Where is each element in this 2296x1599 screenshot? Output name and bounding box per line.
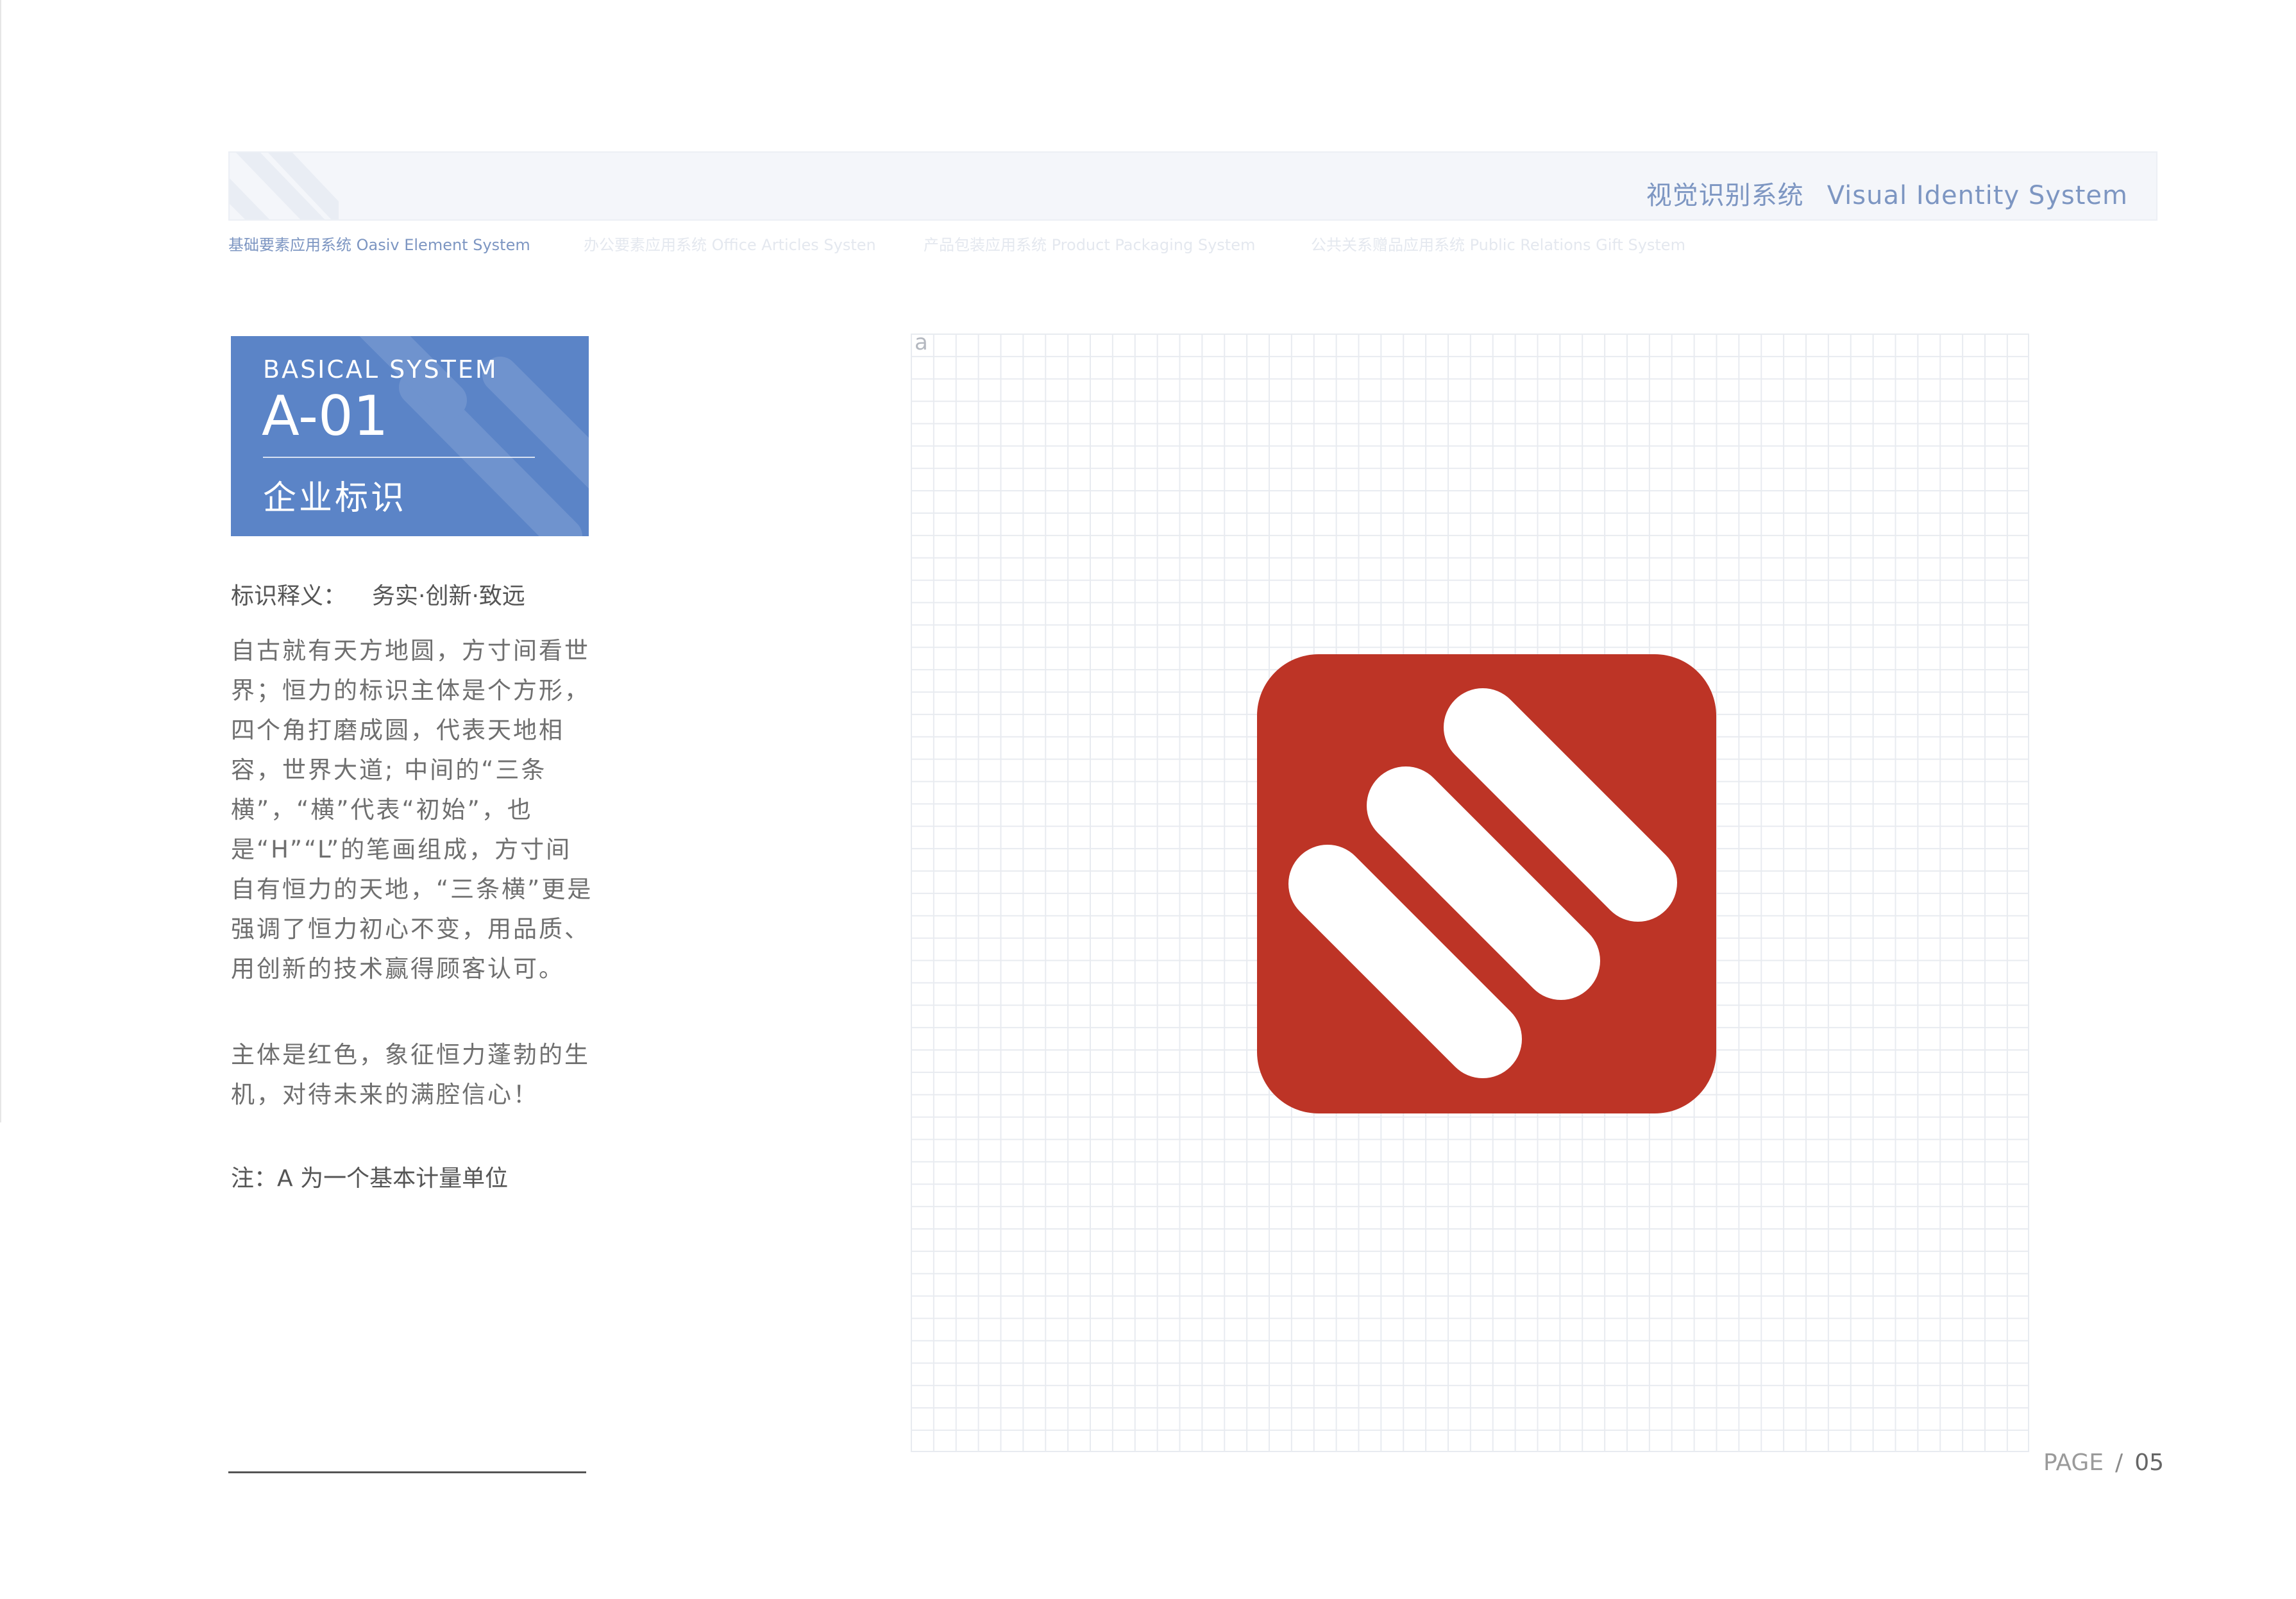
unit-note: 注：A 为一个基本计量单位 bbox=[231, 1165, 509, 1192]
card-divider bbox=[263, 457, 535, 458]
logo-meaning-value: 务实·创新·致远 bbox=[372, 583, 525, 609]
page-number: PAGE / 05 bbox=[2043, 1450, 2164, 1476]
bottom-divider bbox=[228, 1471, 586, 1473]
left-edge-rule bbox=[0, 0, 1, 1122]
grid-unit-label: a bbox=[915, 330, 928, 355]
header-title-en: Visual Identity System bbox=[1827, 181, 2128, 210]
subnav-item-public-relations-gift[interactable]: 公共关系赠品应用系统 Public Relations Gift System bbox=[1311, 232, 1685, 255]
header-band: 视觉识别系统 Visual Identity System bbox=[228, 151, 2157, 221]
card-title: 企业标识 bbox=[263, 479, 407, 518]
hengli-logo-icon bbox=[1257, 654, 1716, 1113]
logo-meaning: 标识释义： 务实·创新·致远 bbox=[231, 577, 525, 611]
description-paragraph-2: 主体是红色，象征恒力蓬勃的生机，对待未来的满腔信心！ bbox=[231, 1041, 590, 1108]
section-card: BASICAL SYSTEM A-01 企业标识 bbox=[231, 336, 589, 536]
page-label: PAGE bbox=[2043, 1450, 2104, 1476]
description-paragraph-1: 自古就有天方地圆，方寸间看世界；恒力的标识主体是个方形，四个角打磨成圆，代表天地… bbox=[231, 637, 593, 983]
header-title-cn: 视觉识别系统 bbox=[1646, 181, 1804, 210]
subnav-item-basic-elements[interactable]: 基础要素应用系统 Oasiv Element System bbox=[228, 232, 530, 255]
subnav-item-product-packaging[interactable]: 产品包装应用系统 Product Packaging System bbox=[924, 232, 1255, 255]
logo-construction-grid: a bbox=[911, 330, 2029, 1452]
subnav-item-office-articles[interactable]: 办公要素应用系统 Office Articles Systen bbox=[584, 232, 876, 255]
card-kicker: BASICAL SYSTEM bbox=[263, 355, 498, 384]
logo-meaning-label: 标识释义： bbox=[231, 583, 347, 609]
card-code: A-01 bbox=[262, 384, 389, 448]
header-stripes-decoration bbox=[230, 153, 339, 219]
page-number-value: 05 bbox=[2134, 1450, 2164, 1476]
page-separator: / bbox=[2115, 1450, 2123, 1476]
header-title: 视觉识别系统 Visual Identity System bbox=[1646, 174, 2128, 212]
